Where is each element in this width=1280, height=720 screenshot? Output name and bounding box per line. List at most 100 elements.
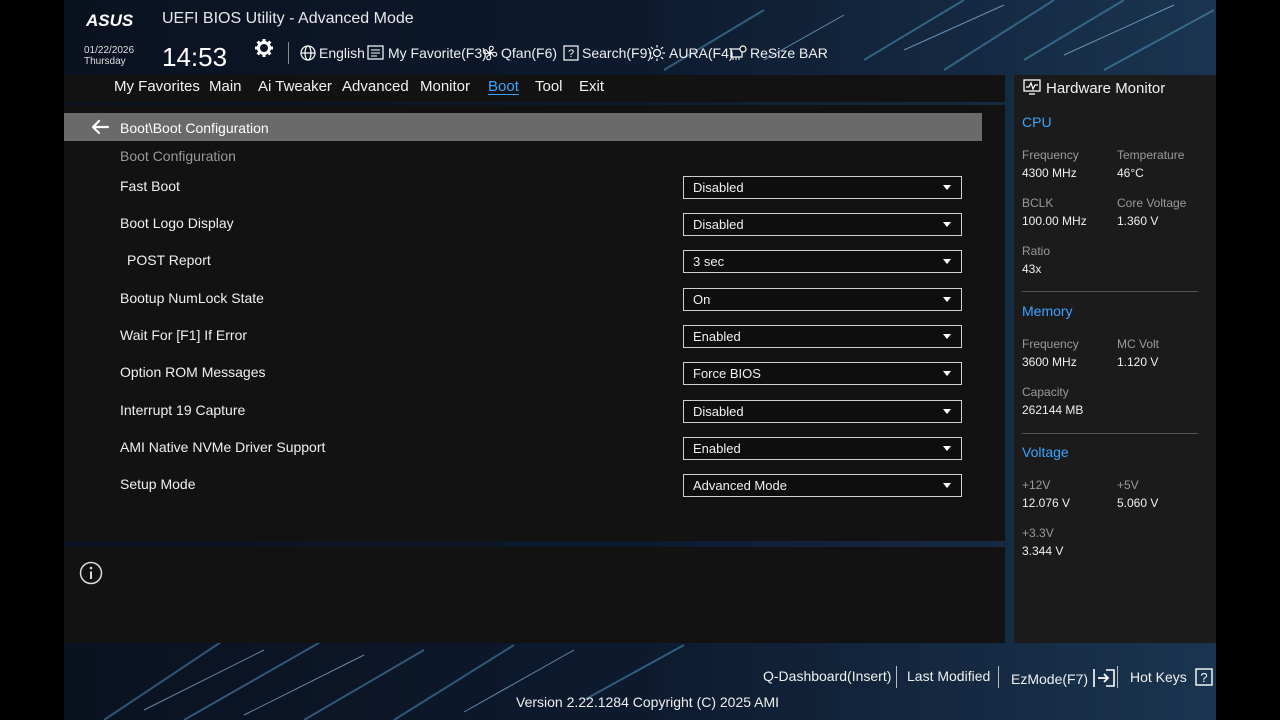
resize-bar-label: ReSize BAR bbox=[750, 45, 828, 61]
setup-mode-dropdown[interactable]: Advanced Mode bbox=[683, 474, 962, 497]
bios-window: ASUS UEFI BIOS Utility - Advanced Mode 0… bbox=[64, 0, 1216, 720]
dropdown-value: 3 sec bbox=[693, 254, 725, 269]
mc-volt-label: MC Volt bbox=[1117, 337, 1160, 351]
setting-label-boot-logo-display: Boot Logo Display bbox=[120, 215, 234, 231]
setting-label-nvme-driver-support: AMI Native NVMe Driver Support bbox=[120, 439, 326, 455]
nvme-driver-support-dropdown[interactable]: Enabled bbox=[683, 437, 962, 460]
hot-keys-label: Hot Keys bbox=[1130, 669, 1187, 685]
caret-down-icon bbox=[943, 483, 951, 488]
setting-label-wait-for-f1: Wait For [F1] If Error bbox=[120, 327, 248, 343]
q-dashboard-button[interactable]: Q-Dashboard(Insert) bbox=[763, 668, 891, 684]
footer-divider bbox=[1117, 666, 1118, 688]
bclk-label: BCLK bbox=[1022, 196, 1054, 210]
last-modified-button[interactable]: Last Modified bbox=[907, 668, 990, 684]
ezmode-label: EzMode(F7) bbox=[1011, 671, 1089, 687]
setting-label-option-rom-messages: Option ROM Messages bbox=[120, 364, 266, 380]
cpu-heading: CPU bbox=[1022, 114, 1052, 130]
cpu-temperature-label: Temperature bbox=[1117, 148, 1185, 162]
ezmode-button[interactable]: EzMode(F7) bbox=[1011, 668, 1116, 688]
fast-boot-dropdown[interactable]: Disabled bbox=[683, 176, 962, 199]
bootup-numlock-state-dropdown[interactable]: On bbox=[683, 288, 962, 311]
dropdown-value: Enabled bbox=[693, 329, 741, 344]
language-button[interactable]: English bbox=[300, 42, 365, 64]
dropdown-value: Advanced Mode bbox=[693, 478, 787, 493]
setting-label-interrupt-19-capture: Interrupt 19 Capture bbox=[120, 402, 246, 418]
caret-down-icon bbox=[943, 185, 951, 190]
search-label: Search(F9) bbox=[582, 45, 653, 61]
memory-frequency-label: Frequency bbox=[1022, 337, 1079, 351]
tab-main[interactable]: Main bbox=[209, 78, 242, 95]
aura-button[interactable]: AURA(F4) bbox=[648, 42, 734, 64]
v5-value: 5.060 V bbox=[1117, 496, 1159, 510]
app-title: UEFI BIOS Utility - Advanced Mode bbox=[162, 10, 414, 27]
info-icon bbox=[79, 561, 103, 585]
cpu-frequency-value: 4300 MHz bbox=[1022, 166, 1077, 180]
ratio-label: Ratio bbox=[1022, 244, 1051, 258]
core-voltage-label: Core Voltage bbox=[1117, 196, 1187, 210]
hot-keys-button[interactable]: Hot Keys ? bbox=[1130, 668, 1213, 686]
interrupt-19-capture-dropdown[interactable]: Disabled bbox=[683, 400, 962, 423]
dropdown-value: Force BIOS bbox=[693, 366, 761, 381]
capacity-value: 262144 MB bbox=[1022, 403, 1084, 417]
tab-my-favorites[interactable]: My Favorites bbox=[114, 78, 200, 95]
memory-heading: Memory bbox=[1022, 303, 1073, 319]
globe-icon bbox=[300, 45, 316, 61]
memory-frequency-value: 3600 MHz bbox=[1022, 355, 1077, 369]
clock: 14:53 bbox=[162, 42, 228, 72]
tab-monitor[interactable]: Monitor bbox=[420, 78, 470, 95]
boot-logo-display-dropdown[interactable]: Disabled bbox=[683, 213, 962, 236]
resize-bar-icon bbox=[730, 45, 747, 60]
divider bbox=[1022, 433, 1198, 434]
my-favorite-button[interactable]: My Favorite(F3) bbox=[367, 42, 487, 64]
post-report-dropdown[interactable]: 3 sec bbox=[683, 250, 962, 273]
cpu-frequency-label: Frequency bbox=[1022, 148, 1079, 162]
toolbar-divider bbox=[288, 42, 289, 64]
wait-for-f1-dropdown[interactable]: Enabled bbox=[683, 325, 962, 348]
dropdown-value: Disabled bbox=[693, 180, 744, 195]
back-arrow-icon[interactable] bbox=[90, 119, 110, 135]
dropdown-value: Disabled bbox=[693, 217, 744, 232]
v33-label: +3.3V bbox=[1022, 526, 1054, 540]
v5-label: +5V bbox=[1117, 478, 1139, 492]
tab-boot[interactable]: Boot bbox=[488, 78, 519, 95]
qfan-label: Qfan(F6) bbox=[501, 45, 558, 61]
tab-exit[interactable]: Exit bbox=[579, 78, 604, 95]
search-icon: ? bbox=[563, 45, 579, 61]
hardware-monitor-title: Hardware Monitor bbox=[1046, 80, 1166, 97]
exit-arrow-icon bbox=[1093, 669, 1115, 687]
caret-down-icon bbox=[943, 371, 951, 376]
setting-label-post-report: POST Report bbox=[127, 252, 211, 268]
tab-tool[interactable]: Tool bbox=[535, 78, 563, 95]
aura-label: AURA(F4) bbox=[669, 45, 734, 61]
tab-advanced[interactable]: Advanced bbox=[342, 78, 409, 95]
asus-logo: ASUS bbox=[86, 11, 134, 30]
svg-text:?: ? bbox=[568, 48, 574, 60]
tab-ai-tweaker[interactable]: Ai Tweaker bbox=[258, 78, 332, 95]
footer-divider bbox=[896, 666, 897, 688]
caret-down-icon bbox=[943, 222, 951, 227]
resize-bar-button[interactable]: ReSize BAR bbox=[730, 42, 828, 64]
day-text: Thursday bbox=[84, 56, 126, 67]
fan-icon bbox=[482, 45, 498, 61]
help-icon: ? bbox=[1195, 668, 1213, 686]
svg-text:ASUS: ASUS bbox=[86, 11, 134, 30]
aura-icon bbox=[649, 45, 665, 61]
setting-label-fast-boot: Fast Boot bbox=[120, 178, 180, 194]
divider bbox=[1022, 291, 1198, 292]
date-text: 01/22/2026 bbox=[84, 45, 135, 56]
setting-label-bootup-numlock-state: Bootup NumLock State bbox=[120, 290, 264, 306]
svg-text:?: ? bbox=[1200, 670, 1207, 685]
option-rom-messages-dropdown[interactable]: Force BIOS bbox=[683, 362, 962, 385]
core-voltage-value: 1.360 V bbox=[1117, 214, 1159, 228]
v12-value: 12.076 V bbox=[1022, 496, 1071, 510]
footer-divider bbox=[998, 666, 999, 688]
monitor-icon bbox=[1023, 79, 1041, 95]
date-display: 01/22/2026 Thursday bbox=[84, 45, 134, 67]
search-button[interactable]: ? Search(F9) bbox=[563, 42, 652, 64]
gear-icon[interactable] bbox=[254, 38, 274, 58]
capacity-label: Capacity bbox=[1022, 385, 1069, 399]
mc-volt-value: 1.120 V bbox=[1117, 355, 1159, 369]
language-label: English bbox=[319, 45, 365, 61]
qfan-button[interactable]: Qfan(F6) bbox=[482, 42, 557, 64]
dropdown-value: Enabled bbox=[693, 441, 741, 456]
